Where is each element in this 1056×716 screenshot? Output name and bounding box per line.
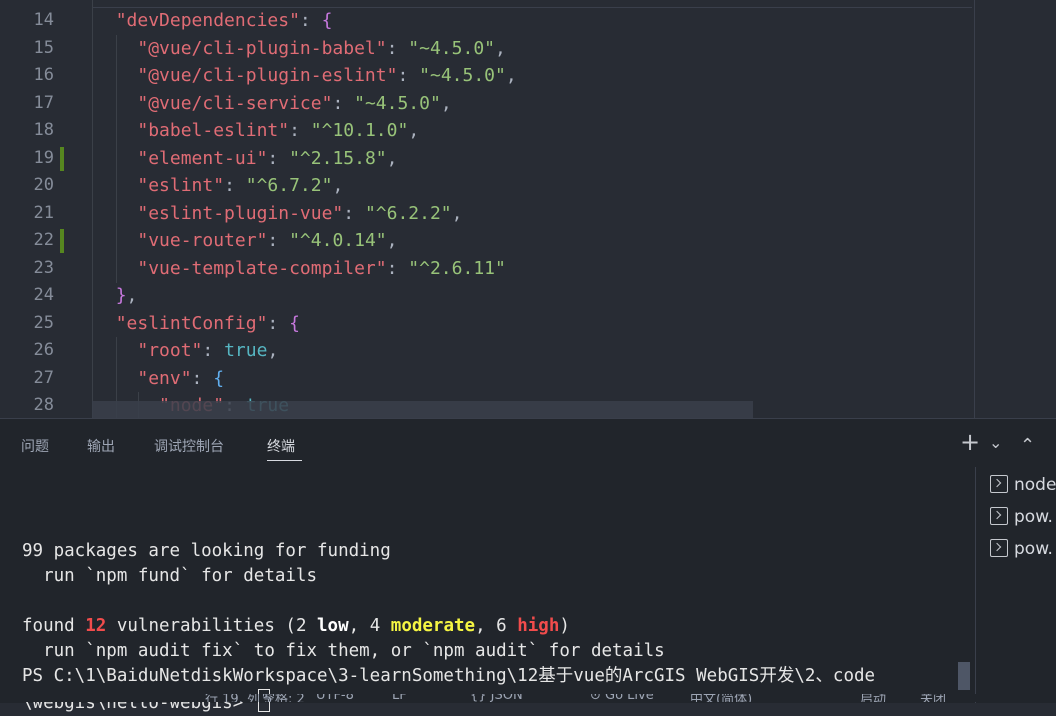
status-item[interactable]: 空格: 2: [262, 694, 305, 702]
status-item[interactable]: LF: [392, 694, 407, 702]
modified-line-indicator: [60, 229, 64, 253]
code-line[interactable]: "@vue/cli-plugin-babel": "~4.5.0",: [94, 35, 505, 63]
status-item[interactable]: 启动: [860, 694, 886, 702]
line-number: 16: [33, 65, 54, 85]
code-line[interactable]: "eslint": "^6.7.2",: [94, 172, 343, 200]
line-number: 24: [33, 285, 54, 305]
code-editor[interactable]: 14 15 16 17 18 19 20 21 22 23 24 25 26 27 28 "devDepen…: [0, 0, 1056, 418]
terminal-list-item[interactable]: node: [990, 475, 1056, 497]
line-number: 26: [33, 340, 54, 360]
chevron-down-icon[interactable]: ⌄: [989, 433, 1002, 452]
code-line[interactable]: "root": true,: [94, 337, 278, 365]
terminal-list: node pow. pow.: [975, 467, 1056, 703]
code-line[interactable]: "@vue/cli-service": "~4.5.0",: [94, 90, 451, 118]
status-item[interactable]: UTF-8: [316, 694, 354, 702]
code-line[interactable]: "vue-template-compiler": "^2.6.11": [94, 255, 505, 283]
active-tab-indicator: [267, 460, 302, 461]
tab-terminal[interactable]: 终端: [267, 436, 295, 456]
terminal-line: run `npm audit fix` to fix them, or `npm…: [22, 641, 665, 661]
line-number: 27: [33, 367, 54, 388]
status-item[interactable]: {} JSON: [470, 694, 523, 702]
line-number: 14: [33, 10, 54, 30]
code-line[interactable]: "env": {: [94, 365, 224, 393]
line-number: 19: [33, 147, 54, 168]
terminal-output[interactable]: 99 packages are looking for funding run …: [22, 514, 972, 714]
line-number: 28: [33, 395, 54, 415]
modified-line-indicator: [60, 146, 64, 171]
line-number: 22: [33, 230, 54, 250]
terminal-line: 99 packages are looking for funding: [22, 541, 391, 561]
terminal-icon: [990, 539, 1008, 557]
line-number: 15: [33, 37, 54, 58]
line-number: 25: [33, 312, 54, 333]
new-terminal-icon[interactable]: +: [960, 428, 980, 456]
code-line[interactable]: "eslint-plugin-vue": "^6.2.2",: [94, 200, 462, 228]
tab-problems[interactable]: 问题: [21, 436, 49, 456]
status-bar: 行 19, 列 5 空格: 2 UTF-8 LF{} JSON ⊙ Go Live 中文(…: [0, 694, 1056, 702]
status-item[interactable]: 关闭: [920, 694, 946, 702]
code-line[interactable]: },: [94, 282, 138, 310]
terminal-icon: [990, 475, 1008, 493]
indent-guide: [116, 35, 117, 283]
line-number: 18: [33, 120, 54, 140]
status-item[interactable]: ⊙ Go Live: [590, 694, 654, 702]
bottom-panel: 问题 输出 调试控制台 终端 + ⌄ ⌃ 99 packages are loo…: [0, 418, 1056, 713]
status-item[interactable]: 中文(简体): [690, 694, 752, 702]
terminal-list-item[interactable]: pow.: [990, 507, 1053, 529]
terminal-line: found 12 vulnerabilities (2 low, 4 moder…: [22, 616, 570, 636]
terminal-line: run `npm fund` for details: [22, 566, 318, 586]
line-number: 20: [33, 175, 54, 195]
terminal-name: node: [1014, 475, 1056, 495]
terminal-name: pow.: [1014, 539, 1053, 559]
minimap-divider: [974, 0, 975, 418]
tab-output[interactable]: 输出: [87, 436, 115, 456]
tab-debug-console[interactable]: 调试控制台: [154, 436, 224, 456]
terminal-name: pow.: [1014, 507, 1053, 527]
code-line[interactable]: "element-ui": "^2.15.8",: [94, 145, 397, 173]
indent-guide: [92, 0, 93, 418]
terminal-line: PS C:\1\BaiduNetdiskWorkspace\3-learnSom…: [22, 666, 876, 686]
code-line[interactable]: "vue-router": "^4.0.14",: [94, 227, 397, 255]
line-number: 21: [33, 202, 54, 223]
horizontal-scrollbar[interactable]: [92, 401, 753, 418]
code-line[interactable]: "eslintConfig": {: [94, 310, 300, 338]
maximize-panel-icon[interactable]: ⌃: [1020, 435, 1035, 456]
line-number: 17: [33, 92, 54, 113]
code-line[interactable]: "@vue/cli-plugin-eslint": "~4.5.0",: [94, 62, 516, 90]
terminal-scrollbar[interactable]: [958, 662, 970, 690]
terminal-list-item[interactable]: pow.: [990, 539, 1053, 561]
line-number: 23: [33, 257, 54, 278]
terminal-icon: [990, 507, 1008, 525]
line-number-gutter: 14 15 16 17 18 19 20 21 22 23 24 25 26 27 28: [0, 0, 92, 418]
code-line[interactable]: "babel-eslint": "^10.1.0",: [94, 117, 419, 145]
code-line[interactable]: "devDependencies": {: [94, 7, 333, 35]
